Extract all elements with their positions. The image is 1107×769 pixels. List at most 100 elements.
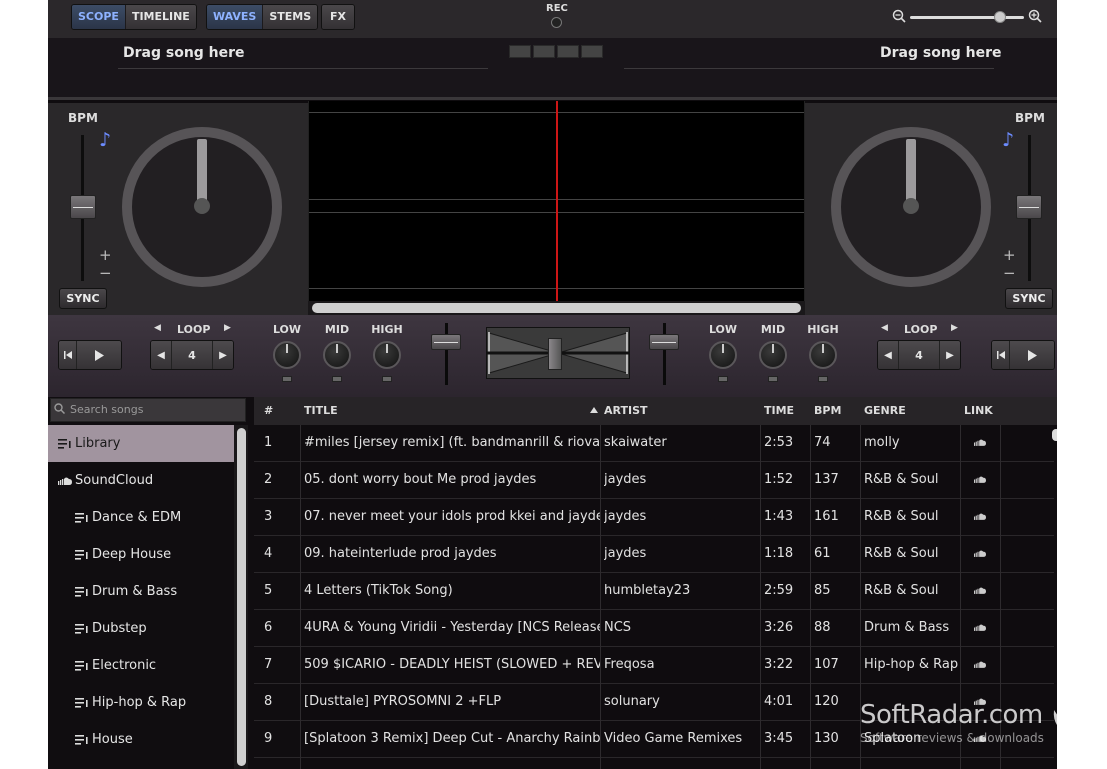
left-eq-mid-knob[interactable] [323, 341, 351, 369]
table-row[interactable]: 2 05. dont worry bout Me prod jaydes jayde… [254, 462, 1054, 499]
right-low-kill[interactable] [718, 376, 728, 382]
right-loop-increase[interactable]: ▶ [940, 341, 960, 369]
soundcloud-link-icon[interactable] [974, 476, 986, 483]
left-sync-button[interactable]: SYNC [59, 288, 107, 309]
top-toolbar: SCOPE TIMELINE WAVES STEMS FX REC [48, 0, 1057, 38]
sidebar-item-soundcloud[interactable]: SoundCloud [48, 462, 234, 499]
right-sync-button[interactable]: SYNC [1005, 288, 1053, 309]
right-pitch-plus[interactable]: + [1003, 246, 1016, 264]
record-button[interactable] [551, 17, 562, 28]
table-row[interactable]: 5 4 Letters (TikTok Song) humbletay23 2:59 8… [254, 573, 1054, 610]
right-pitch-minus[interactable]: − [1003, 264, 1016, 282]
left-play-button[interactable] [77, 341, 121, 369]
sidebar-item-drum-bass[interactable]: Drum & Bass [48, 573, 234, 610]
left-volume-track[interactable] [445, 323, 448, 385]
crossfader[interactable] [486, 327, 630, 379]
search-input[interactable]: Search songs [50, 398, 246, 422]
sidebar-item-dance-edm[interactable]: Dance & EDM [48, 499, 234, 536]
soundcloud-link-icon[interactable] [974, 513, 986, 520]
zoom-in-icon[interactable] [1028, 9, 1042, 23]
table-row[interactable]: 7 509 $ICARIO - DEADLY HEIST (SLOWED + RE… [254, 647, 1054, 684]
sidebar-item-deep-house[interactable]: Deep House [48, 536, 234, 573]
left-pitch-minus[interactable]: − [99, 264, 112, 282]
left-mid-kill[interactable] [332, 376, 342, 382]
right-loop-decrease[interactable]: ◀ [878, 341, 898, 369]
left-loop-next-icon[interactable]: ▶ [224, 323, 231, 333]
playlist-icon [75, 623, 88, 634]
column-header-number[interactable]: # [264, 397, 274, 425]
sidebar-item-library[interactable]: Library [48, 425, 234, 462]
column-header-link[interactable]: LINK [964, 397, 993, 425]
left-jog-wheel[interactable] [122, 127, 282, 287]
right-volume-fader[interactable] [649, 334, 679, 350]
right-deck-drop-zone[interactable]: Drag song here [880, 45, 1002, 61]
left-eq-high-knob[interactable] [373, 341, 401, 369]
right-eq-high-knob[interactable] [809, 341, 837, 369]
table-scrollbar-thumb[interactable] [1052, 429, 1057, 441]
column-divider [810, 425, 811, 769]
zoom-slider-track[interactable] [910, 16, 1024, 19]
right-mid-kill[interactable] [768, 376, 778, 382]
waveform-display[interactable] [308, 101, 805, 301]
waveform-scrollbar[interactable] [312, 303, 801, 313]
stems-button[interactable]: STEMS [263, 5, 318, 29]
right-cue-button[interactable] [992, 341, 1010, 369]
right-play-button[interactable] [1010, 341, 1054, 369]
timeline-button[interactable]: TIMELINE [125, 5, 196, 29]
left-high-kill[interactable] [382, 376, 392, 382]
zoom-slider-thumb[interactable] [994, 11, 1006, 23]
right-loop-prev-icon[interactable]: ◀ [881, 323, 888, 333]
sidebar-item-dubstep[interactable]: Dubstep [48, 610, 234, 647]
sidebar-item-house[interactable]: House [48, 721, 234, 758]
column-header-genre[interactable]: GENRE [864, 397, 906, 425]
right-volume-track[interactable] [663, 323, 666, 385]
sidebar-item-electronic[interactable]: Electronic [48, 647, 234, 684]
right-loop-label: LOOP [904, 323, 938, 336]
fx-button[interactable]: FX [322, 5, 354, 29]
right-pitch-fader[interactable] [1016, 195, 1042, 219]
right-high-kill[interactable] [818, 376, 828, 382]
soundcloud-link-icon[interactable] [974, 587, 986, 594]
right-eq-mid-knob[interactable] [759, 341, 787, 369]
sidebar-scrollbar[interactable] [237, 428, 246, 766]
column-header-artist[interactable]: ARTIST [604, 397, 648, 425]
left-low-kill[interactable] [282, 376, 292, 382]
right-loop-next-icon[interactable]: ▶ [951, 323, 958, 333]
soundcloud-link-icon[interactable] [974, 624, 986, 631]
left-transport [58, 340, 122, 370]
right-eq-low-knob[interactable] [709, 341, 737, 369]
table-row[interactable]: 4 09. hateinterlude prod jaydes jaydes 1:18… [254, 536, 1054, 573]
table-row[interactable]: 6 4URA & Young Viridii - Yesterday [NCS R… [254, 610, 1054, 647]
left-eq-low-knob[interactable] [273, 341, 301, 369]
music-note-icon: ♪ [99, 129, 112, 151]
left-cue-button[interactable] [59, 341, 77, 369]
scope-button[interactable]: SCOPE [72, 5, 126, 29]
table-row[interactable]: 1 #miles [jersey remix] (ft. bandmanrill … [254, 425, 1054, 462]
right-jog-wheel[interactable] [831, 127, 991, 287]
soundcloud-link-icon[interactable] [974, 550, 986, 557]
column-header-bpm[interactable]: BPM [814, 397, 842, 425]
crossfader-thumb[interactable] [548, 338, 562, 370]
left-loop-decrease[interactable]: ◀ [151, 341, 171, 369]
left-volume-fader[interactable] [431, 334, 461, 350]
table-row[interactable]: 3 07. never meet your idols prod kkei and… [254, 499, 1054, 536]
play-icon [1028, 349, 1037, 361]
soundcloud-link-icon[interactable] [974, 661, 986, 668]
left-loop-increase[interactable]: ▶ [213, 341, 233, 369]
left-pitch-plus[interactable]: + [99, 246, 112, 264]
left-loop-prev-icon[interactable]: ◀ [154, 323, 161, 333]
table-header [254, 397, 1057, 425]
left-pitch-fader[interactable] [70, 195, 96, 219]
cell-bpm: 107 [814, 657, 839, 672]
waves-button[interactable]: WAVES [207, 5, 264, 29]
satellite-dish-icon [1053, 700, 1084, 734]
cell-title: 05. dont worry bout Me prod jaydes [304, 472, 537, 487]
waveform-scrollbar-track[interactable] [308, 301, 805, 315]
soundcloud-link-icon[interactable] [974, 439, 986, 446]
rec-label: REC [546, 3, 568, 14]
zoom-out-icon[interactable] [892, 9, 906, 23]
left-deck-drop-zone[interactable]: Drag song here [123, 45, 245, 61]
sidebar-item-hip-hop-rap[interactable]: Hip-hop & Rap [48, 684, 234, 721]
column-header-title[interactable]: TITLE [304, 397, 338, 425]
column-header-time[interactable]: TIME [764, 397, 795, 425]
